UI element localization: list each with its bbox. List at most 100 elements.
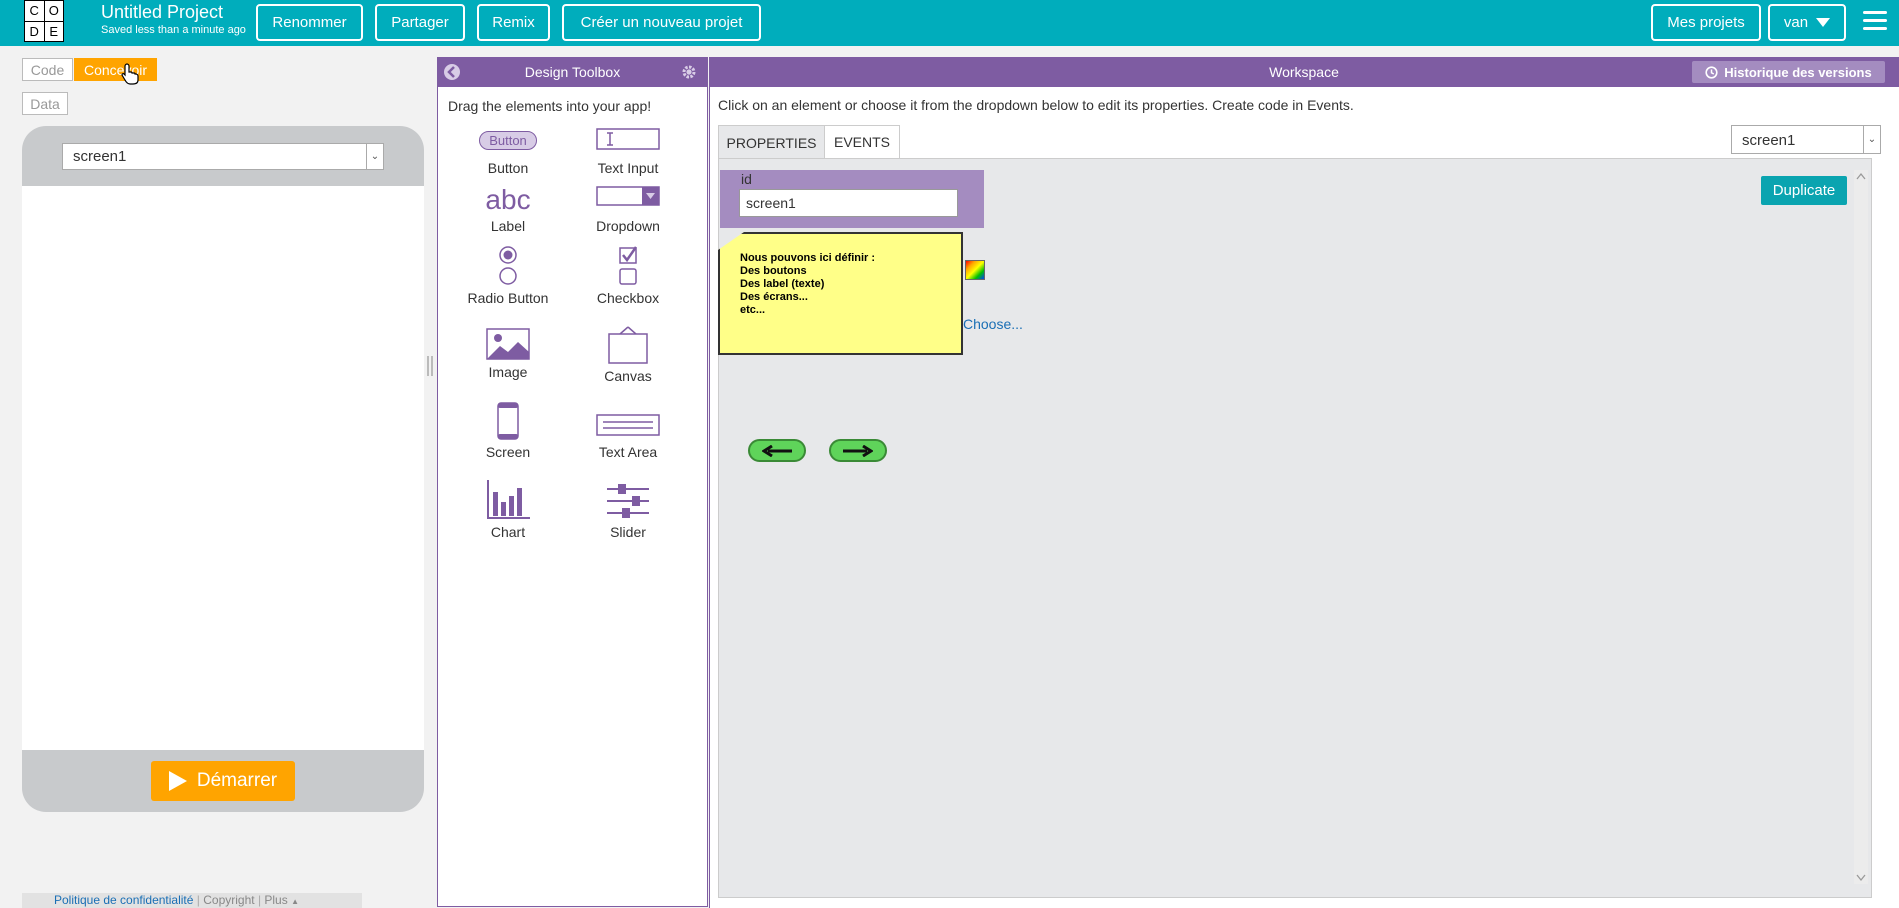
toolbox-item-dropdown[interactable]: Dropdown xyxy=(573,180,683,234)
design-toolbox-header: Design Toolbox xyxy=(437,57,708,87)
slider-icon xyxy=(607,484,649,518)
toolbox-item-checkbox[interactable]: Checkbox xyxy=(573,244,683,306)
logo-letter: C xyxy=(25,1,44,21)
arrow-right-icon xyxy=(843,444,873,457)
element-select-dropdown[interactable]: screen1 ⌄ xyxy=(1731,125,1881,154)
share-button[interactable]: Partager xyxy=(375,4,465,41)
canvas-icon xyxy=(608,326,648,364)
caret-down-icon xyxy=(1816,18,1831,27)
hamburger-menu-icon[interactable] xyxy=(1863,11,1887,33)
resize-handle-icon[interactable] xyxy=(427,356,433,376)
privacy-link[interactable]: Politique de confidentialité xyxy=(54,893,193,907)
choose-image-link[interactable]: Choose... xyxy=(963,316,1023,332)
note-line: Des écrans... xyxy=(740,291,808,303)
text-area-icon xyxy=(596,414,660,436)
user-menu-button[interactable]: van xyxy=(1768,4,1846,41)
hand-cursor-icon xyxy=(121,63,139,85)
radio-button-icon xyxy=(499,246,517,285)
toolbox-item-label: Screen xyxy=(485,444,531,460)
toolbox-item-screen[interactable]: Screen xyxy=(453,402,563,460)
note-line: Des boutons xyxy=(740,265,807,277)
app-preview-screen[interactable] xyxy=(22,186,424,750)
play-icon xyxy=(168,771,187,791)
previous-arrow-button[interactable] xyxy=(748,439,806,462)
sticky-note-annotation: Nous pouvons ici définir : Des boutons D… xyxy=(718,232,963,355)
toolbox-item-label: Button xyxy=(487,160,529,176)
logo-letter: E xyxy=(44,21,63,41)
clock-icon xyxy=(1705,65,1718,79)
screen-select-dropdown[interactable]: screen1 ⌄ xyxy=(62,143,384,170)
toolbox-item-image[interactable]: Image xyxy=(453,326,563,380)
toolbox-item-label: Chart xyxy=(490,524,526,540)
new-project-button[interactable]: Créer un nouveau projet xyxy=(562,4,761,41)
chevron-down-icon: ⌄ xyxy=(366,144,383,169)
rename-button[interactable]: Renommer xyxy=(256,4,363,41)
properties-scrollbar[interactable] xyxy=(1854,170,1868,884)
toolbox-item-radio-button[interactable]: Radio Button xyxy=(453,244,563,306)
next-arrow-button[interactable] xyxy=(829,439,887,462)
toolbox-item-label: Radio Button xyxy=(467,290,549,306)
toolbox-item-label: Slider xyxy=(610,524,646,540)
toolbox-item-slider[interactable]: Slider xyxy=(573,478,683,540)
caret-up-icon: ▲ xyxy=(291,897,299,906)
remix-button[interactable]: Remix xyxy=(477,4,550,41)
checkbox-icon xyxy=(619,246,638,285)
code-mode-toggle[interactable]: Code xyxy=(22,58,73,81)
collapse-toolbox-icon[interactable] xyxy=(444,64,460,80)
screen-select-value: screen1 xyxy=(73,148,127,165)
toolbox-item-label[interactable]: abc Label xyxy=(453,180,563,235)
copyright-link[interactable]: Copyright xyxy=(203,893,254,907)
run-button[interactable]: Démarrer xyxy=(151,761,295,801)
logo-letter: O xyxy=(44,1,63,21)
data-mode-toggle[interactable]: Data xyxy=(22,92,68,115)
code-org-logo[interactable]: C O D E xyxy=(24,0,64,42)
id-input[interactable]: screen1 xyxy=(739,189,958,217)
chevron-down-icon: ⌄ xyxy=(1863,126,1880,153)
note-line: Des label (texte) xyxy=(740,278,825,290)
toolbox-instruction: Drag the elements into your app! xyxy=(448,98,652,114)
chart-icon xyxy=(487,480,530,519)
run-button-label: Démarrer xyxy=(196,770,278,791)
toolbox-item-canvas[interactable]: Canvas xyxy=(573,326,683,384)
tab-properties[interactable]: PROPERTIES xyxy=(718,125,825,159)
version-history-button[interactable]: Historique des versions xyxy=(1692,61,1885,83)
design-mode-toggle[interactable]: Concevoir xyxy=(74,58,157,81)
user-name: van xyxy=(1783,14,1809,31)
duplicate-button[interactable]: Duplicate xyxy=(1761,176,1847,205)
arrow-left-icon xyxy=(762,444,792,457)
toolbox-item-label: Image xyxy=(488,364,528,380)
toolbox-item-label: Canvas xyxy=(604,368,652,384)
toolbox-item-button[interactable]: Button Button xyxy=(453,122,563,176)
dropdown-icon xyxy=(596,186,660,206)
id-property-label: id xyxy=(741,171,752,187)
more-link[interactable]: Plus xyxy=(264,893,287,907)
toolbox-item-label: Dropdown xyxy=(596,218,660,234)
toolbox-item-text-input[interactable]: Text Input xyxy=(573,122,683,176)
design-toolbox-title: Design Toolbox xyxy=(524,64,621,80)
note-line: etc... xyxy=(740,304,766,316)
color-picker-icon[interactable] xyxy=(965,260,985,280)
logo-letter: D xyxy=(25,21,44,41)
toolbox-item-chart[interactable]: Chart xyxy=(453,478,563,540)
workspace-instruction: Click on an element or choose it from th… xyxy=(718,97,1354,113)
text-input-icon xyxy=(596,128,660,150)
tab-events[interactable]: EVENTS xyxy=(824,125,900,159)
toolbox-item-label: Text Input xyxy=(597,160,659,176)
note-line: Nous pouvons ici définir : xyxy=(740,252,876,264)
image-icon xyxy=(486,328,530,360)
button-element-icon: Button xyxy=(479,131,537,150)
version-history-label: Historique des versions xyxy=(1724,64,1872,80)
my-projects-button[interactable]: Mes projets xyxy=(1651,4,1761,41)
toolbox-item-text-area[interactable]: Text Area xyxy=(573,402,683,460)
label-icon: abc xyxy=(485,184,531,215)
element-select-value: screen1 xyxy=(1742,132,1796,149)
toolbox-item-label: Checkbox xyxy=(596,290,660,306)
footer-bar: Politique de confidentialité | Copyright… xyxy=(22,893,362,908)
toolbox-item-label: Text Area xyxy=(598,444,658,460)
save-status: Saved less than a minute ago xyxy=(101,24,246,36)
screen-icon xyxy=(497,402,519,440)
project-title: Untitled Project xyxy=(101,2,224,22)
gear-icon[interactable] xyxy=(681,64,697,80)
workspace-title: Workspace xyxy=(1269,64,1339,80)
toolbox-item-label: Label xyxy=(490,218,526,234)
